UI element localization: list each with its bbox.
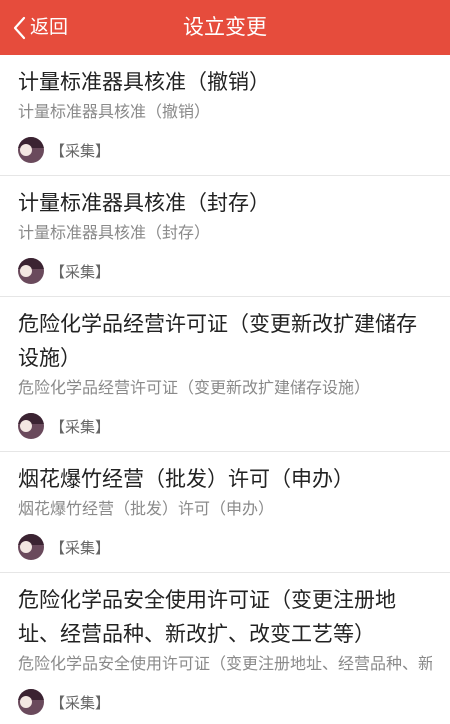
item-subtitle: 计量标准器具核准（封存） xyxy=(18,223,211,242)
item-list: 计量标准器具核准（撤销） 计量标准器具核准（撤销） 【采集】 计量标准器具核准（… xyxy=(0,55,450,724)
avatar-face-shape xyxy=(20,420,32,432)
avatar-face-shape xyxy=(20,144,32,156)
avatar xyxy=(18,258,44,284)
avatar xyxy=(18,137,44,163)
list-item[interactable]: 危险化学品安全使用许可证（变更注册地址、经营品种、新改扩、改变工艺等） 危险化学… xyxy=(0,573,450,724)
source-tag: 【采集】 xyxy=(50,417,111,436)
source-tag: 【采集】 xyxy=(50,538,111,557)
avatar xyxy=(18,413,44,439)
back-button[interactable]: 返回 xyxy=(12,0,68,55)
item-title: 危险化学品经营许可证（变更新改扩建储存设施） xyxy=(18,312,417,370)
item-title: 烟花爆竹经营（批发）许可（申办） xyxy=(18,467,354,491)
item-meta: 【采集】 xyxy=(18,125,432,175)
source-tag: 【采集】 xyxy=(50,262,111,281)
item-subtitle: 烟花爆竹经营（批发）许可（申办） xyxy=(18,499,275,518)
item-title: 计量标准器具核准（撤销） xyxy=(18,70,270,94)
app-screen: 返回 设立变更 计量标准器具核准（撤销） 计量标准器具核准（撤销） 【采集】 计… xyxy=(0,0,450,724)
item-subtitle: 危险化学品安全使用许可证（变更注册地址、经营品种、新改扩、改变工艺等） xyxy=(18,654,432,673)
avatar xyxy=(18,534,44,560)
list-item[interactable]: 计量标准器具核准（撤销） 计量标准器具核准（撤销） 【采集】 xyxy=(0,55,450,176)
chevron-left-icon xyxy=(12,16,26,40)
back-label: 返回 xyxy=(30,16,69,38)
list-item[interactable]: 计量标准器具核准（封存） 计量标准器具核准（封存） 【采集】 xyxy=(0,176,450,297)
source-tag: 【采集】 xyxy=(50,141,111,160)
avatar-face-shape xyxy=(20,696,32,708)
item-title: 计量标准器具核准（封存） xyxy=(18,191,270,215)
list-item[interactable]: 危险化学品经营许可证（变更新改扩建储存设施） 危险化学品经营许可证（变更新改扩建… xyxy=(0,297,450,452)
top-bar: 返回 设立变更 xyxy=(0,0,450,55)
item-meta: 【采集】 xyxy=(18,522,432,572)
source-tag: 【采集】 xyxy=(50,693,111,712)
list-item[interactable]: 烟花爆竹经营（批发）许可（申办） 烟花爆竹经营（批发）许可（申办） 【采集】 xyxy=(0,452,450,573)
item-title: 危险化学品安全使用许可证（变更注册地址、经营品种、新改扩、改变工艺等） xyxy=(18,588,396,646)
item-meta: 【采集】 xyxy=(18,246,432,296)
item-subtitle: 危险化学品经营许可证（变更新改扩建储存设施） xyxy=(18,378,371,397)
item-meta: 【采集】 xyxy=(18,677,432,724)
avatar xyxy=(18,689,44,715)
avatar-face-shape xyxy=(20,265,32,277)
avatar-face-shape xyxy=(20,541,32,553)
item-meta: 【采集】 xyxy=(18,401,432,451)
item-subtitle: 计量标准器具核准（撤销） xyxy=(18,102,211,121)
